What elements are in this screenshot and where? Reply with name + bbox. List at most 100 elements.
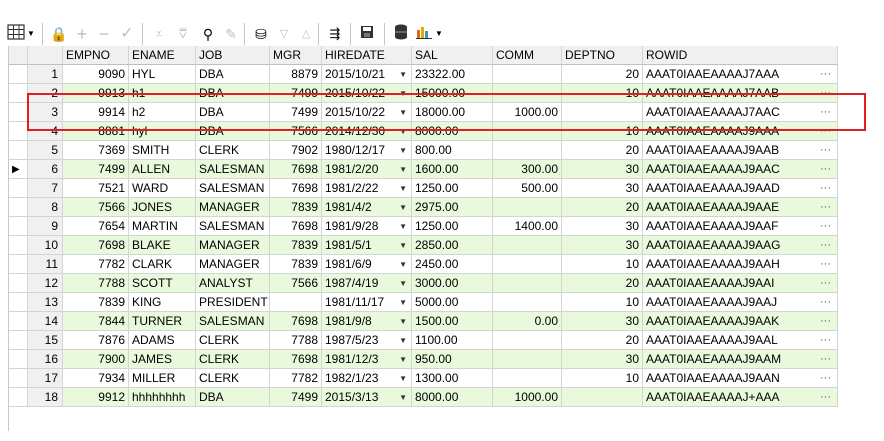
cell-deptno[interactable]: 20 xyxy=(562,331,643,350)
ellipsis-icon[interactable]: ··· xyxy=(820,160,831,178)
date-dropdown-icon[interactable]: ▼ xyxy=(399,236,407,254)
cell-hiredate[interactable]: 1981/12/3 ▼ xyxy=(322,350,412,369)
cell-hiredate[interactable]: 1981/6/9 ▼ xyxy=(322,255,412,274)
cell-hiredate[interactable]: 1982/1/23 ▼ xyxy=(322,369,412,388)
cell-deptno[interactable] xyxy=(562,103,643,122)
header-rowid[interactable]: ROWID xyxy=(643,46,838,65)
ellipsis-icon[interactable]: ··· xyxy=(820,141,831,159)
cell-sal[interactable]: 1600.00 xyxy=(412,160,493,179)
row-indicator-cell[interactable] xyxy=(9,350,28,369)
cell-job[interactable]: PRESIDENT xyxy=(196,293,270,312)
cell-ename[interactable]: JAMES xyxy=(129,350,196,369)
save-icon[interactable] xyxy=(358,24,376,44)
cell-sal[interactable]: 1250.00 xyxy=(412,179,493,198)
date-dropdown-icon[interactable]: ▼ xyxy=(399,103,407,121)
cell-hiredate[interactable]: 2015/10/22 ▼ xyxy=(322,103,412,122)
cell-hiredate[interactable]: 2015/10/21 ▼ xyxy=(322,65,412,84)
cell-mgr[interactable]: 7839 xyxy=(270,236,322,255)
date-dropdown-icon[interactable]: ▼ xyxy=(399,122,407,140)
cell-job[interactable]: CLERK xyxy=(196,331,270,350)
cell-empno[interactable]: 7934 xyxy=(63,369,129,388)
cell-mgr[interactable]: 7499 xyxy=(270,103,322,122)
add-icon[interactable]: + xyxy=(74,24,90,44)
cell-rowid[interactable]: AAAT0IAAEAAAAJ9AAJ ··· xyxy=(643,293,838,312)
row-number[interactable]: 11 xyxy=(28,255,63,274)
ellipsis-icon[interactable]: ··· xyxy=(820,198,831,216)
date-dropdown-icon[interactable]: ▼ xyxy=(399,312,407,330)
cell-empno[interactable]: 9090 xyxy=(63,65,129,84)
cell-sal[interactable]: 5000.00 xyxy=(412,293,493,312)
header-empno[interactable]: EMPNO xyxy=(63,46,129,65)
row-number[interactable]: 16 xyxy=(28,350,63,369)
ellipsis-icon[interactable]: ··· xyxy=(820,122,831,140)
cell-empno[interactable]: 9912 xyxy=(63,388,129,407)
cell-rowid[interactable]: AAAT0IAAEAAAAJ9AAD ··· xyxy=(643,179,838,198)
cell-sal[interactable]: 23322.00 xyxy=(412,65,493,84)
cell-job[interactable]: DBA xyxy=(196,103,270,122)
cell-mgr[interactable]: 7499 xyxy=(270,84,322,103)
cell-comm[interactable]: 1000.00 xyxy=(493,388,562,407)
ellipsis-icon[interactable]: ··· xyxy=(820,84,831,102)
row-number[interactable]: 13 xyxy=(28,293,63,312)
cell-sal[interactable]: 3000.00 xyxy=(412,274,493,293)
row-indicator-cell[interactable] xyxy=(9,179,28,198)
cell-hiredate[interactable]: 1981/11/17 ▼ xyxy=(322,293,412,312)
row-indicator-cell[interactable] xyxy=(9,312,28,331)
cell-comm[interactable] xyxy=(493,293,562,312)
remove-icon[interactable]: − xyxy=(96,24,112,44)
cell-comm[interactable] xyxy=(493,331,562,350)
header-hiredate[interactable]: HIREDATE xyxy=(322,46,412,65)
cell-rowid[interactable]: AAAT0IAAEAAAAJ9AAE ··· xyxy=(643,198,838,217)
row-indicator-cell[interactable] xyxy=(9,331,28,350)
row-indicator-cell[interactable] xyxy=(9,84,28,103)
row-indicator-cell[interactable] xyxy=(9,274,28,293)
cell-deptno[interactable]: 20 xyxy=(562,141,643,160)
row-indicator-cell[interactable] xyxy=(9,141,28,160)
cell-ename[interactable]: BLAKE xyxy=(129,236,196,255)
dropdown-arrow-icon[interactable]: ▼ xyxy=(26,24,36,44)
cell-empno[interactable]: 7698 xyxy=(63,236,129,255)
cell-ename[interactable]: MILLER xyxy=(129,369,196,388)
row-number[interactable]: 18 xyxy=(28,388,63,407)
cell-hiredate[interactable]: 1981/4/2 ▼ xyxy=(322,198,412,217)
header-mgr[interactable]: MGR xyxy=(270,46,322,65)
cell-comm[interactable] xyxy=(493,369,562,388)
cell-mgr[interactable]: 7566 xyxy=(270,122,322,141)
ellipsis-icon[interactable]: ··· xyxy=(820,255,831,273)
cell-sal[interactable]: 2450.00 xyxy=(412,255,493,274)
cell-mgr[interactable]: 7698 xyxy=(270,312,322,331)
ellipsis-icon[interactable]: ··· xyxy=(820,350,831,368)
cell-comm[interactable] xyxy=(493,255,562,274)
ellipsis-icon[interactable]: ··· xyxy=(820,331,831,349)
row-number[interactable]: 17 xyxy=(28,369,63,388)
date-dropdown-icon[interactable]: ▼ xyxy=(399,217,407,235)
cell-ename[interactable]: MARTIN xyxy=(129,217,196,236)
sort-up-icon[interactable]: △ xyxy=(298,24,314,44)
cell-job[interactable]: DBA xyxy=(196,65,270,84)
ellipsis-icon[interactable]: ··· xyxy=(820,179,831,197)
cell-deptno[interactable]: 30 xyxy=(562,236,643,255)
cell-ename[interactable]: hyl xyxy=(129,122,196,141)
date-dropdown-icon[interactable]: ▼ xyxy=(399,388,407,406)
ellipsis-icon[interactable]: ··· xyxy=(820,293,831,311)
row-number[interactable]: 15 xyxy=(28,331,63,350)
date-dropdown-icon[interactable]: ▼ xyxy=(399,84,407,102)
ellipsis-icon[interactable]: ··· xyxy=(820,388,831,406)
cell-mgr[interactable]: 7782 xyxy=(270,369,322,388)
cell-deptno[interactable]: 30 xyxy=(562,312,643,331)
sort-down-icon[interactable]: ▽ xyxy=(276,24,292,44)
cell-comm[interactable]: 1400.00 xyxy=(493,217,562,236)
cell-sal[interactable]: 1100.00 xyxy=(412,331,493,350)
row-number[interactable]: 7 xyxy=(28,179,63,198)
cell-deptno[interactable]: 20 xyxy=(562,65,643,84)
date-dropdown-icon[interactable]: ▼ xyxy=(399,255,407,273)
cell-ename[interactable]: h2 xyxy=(129,103,196,122)
cell-ename[interactable]: h1 xyxy=(129,84,196,103)
cell-rowid[interactable]: AAAT0IAAEAAAAJ9AAC ··· xyxy=(643,160,838,179)
cell-deptno[interactable]: 10 xyxy=(562,293,643,312)
row-indicator-cell[interactable] xyxy=(9,293,28,312)
row-indicator-cell[interactable] xyxy=(9,122,28,141)
cell-comm[interactable]: 1000.00 xyxy=(493,103,562,122)
cell-ename[interactable]: HYL xyxy=(129,65,196,84)
cell-job[interactable]: SALESMAN xyxy=(196,160,270,179)
